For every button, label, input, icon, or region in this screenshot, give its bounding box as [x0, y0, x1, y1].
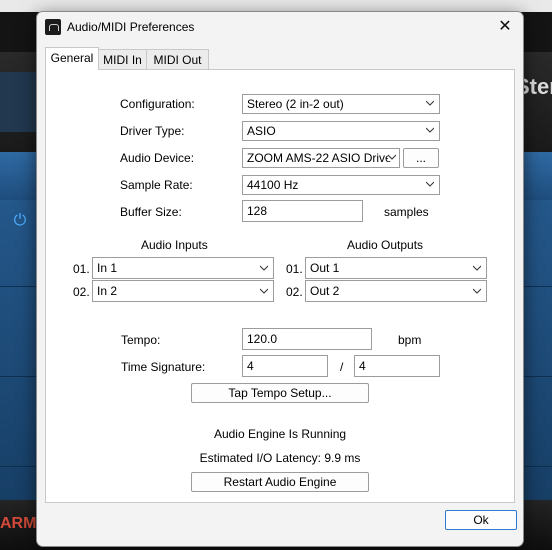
audio-device-select[interactable]: ZOOM AMS-22 ASIO Drive — [242, 148, 400, 168]
audio-device-label: Audio Device: — [120, 151, 195, 165]
chevron-down-icon — [260, 288, 268, 294]
audio-inputs-heading: Audio Inputs — [141, 238, 208, 252]
time-signature-separator: / — [340, 360, 344, 374]
input-index: 01. — [73, 262, 90, 276]
chevron-down-icon — [426, 181, 434, 187]
general-panel: Configuration: Stereo (2 in-2 out) Drive… — [45, 69, 515, 503]
output-index: 02. — [286, 285, 303, 299]
sample-rate-label: Sample Rate: — [120, 178, 193, 192]
configuration-label: Configuration: — [120, 97, 195, 111]
title-bar[interactable]: Audio/MIDI Preferences ✕ — [37, 12, 523, 42]
window-title: Audio/MIDI Preferences — [67, 20, 195, 34]
time-signature-label: Time Signature: — [121, 360, 206, 374]
input-1-select[interactable]: In 1 — [92, 257, 274, 279]
audio-engine-status: Audio Engine Is Running — [213, 427, 347, 441]
tab-midi-out[interactable]: MIDI Out — [146, 49, 209, 70]
close-icon[interactable]: ✕ — [493, 16, 517, 38]
input-2-value: In 2 — [97, 284, 118, 298]
tap-tempo-setup-button[interactable]: Tap Tempo Setup... — [191, 383, 369, 403]
audio-device-value: ZOOM AMS-22 ASIO Drive — [247, 151, 392, 165]
chevron-down-icon — [388, 153, 396, 161]
buffer-size-input[interactable]: 128 — [242, 200, 363, 222]
input-2-select[interactable]: In 2 — [92, 280, 274, 302]
chevron-down-icon — [473, 265, 481, 271]
driver-type-label: Driver Type: — [120, 124, 185, 138]
background-knob-strip — [0, 72, 40, 132]
tempo-label: Tempo: — [121, 333, 161, 347]
preferences-dialog: Audio/MIDI Preferences ✕ General MIDI In… — [36, 11, 524, 547]
output-2-value: Out 2 — [310, 284, 340, 298]
chevron-down-icon — [426, 100, 434, 106]
background-partial-text: ARM — [0, 515, 37, 532]
output-index: 01. — [286, 262, 303, 276]
time-signature-numerator-input[interactable]: 4 — [242, 355, 328, 377]
output-1-select[interactable]: Out 1 — [305, 257, 487, 279]
audio-outputs-heading: Audio Outputs — [347, 238, 424, 252]
tempo-input[interactable]: 120.0 — [242, 328, 372, 350]
buffer-size-label: Buffer Size: — [120, 205, 182, 219]
chevron-down-icon — [473, 288, 481, 294]
power-icon: ⏻ — [13, 212, 27, 229]
sample-rate-select[interactable]: 44100 Hz — [242, 175, 440, 195]
tab-midi-in[interactable]: MIDI In — [98, 49, 147, 70]
input-index: 02. — [73, 285, 90, 299]
configuration-select[interactable]: Stereo (2 in-2 out) — [242, 94, 440, 114]
configuration-value: Stereo (2 in-2 out) — [247, 97, 344, 111]
io-latency-text: Estimated I/O Latency: 9.9 ms — [199, 451, 361, 465]
output-2-select[interactable]: Out 2 — [305, 280, 487, 302]
tempo-unit: bpm — [398, 333, 422, 347]
audio-device-more-button[interactable]: ... — [403, 148, 439, 168]
tab-general[interactable]: General — [45, 47, 99, 70]
app-icon — [45, 19, 61, 35]
ok-button[interactable]: Ok — [445, 510, 517, 530]
driver-type-select[interactable]: ASIO — [242, 121, 440, 141]
buffer-size-unit: samples — [384, 205, 429, 219]
time-signature-denominator-input[interactable]: 4 — [354, 355, 440, 377]
input-1-value: In 1 — [97, 261, 118, 275]
driver-type-value: ASIO — [247, 124, 276, 138]
chevron-down-icon — [260, 265, 268, 271]
chevron-down-icon — [426, 127, 434, 133]
output-1-value: Out 1 — [310, 261, 340, 275]
restart-audio-engine-button[interactable]: Restart Audio Engine — [191, 472, 369, 492]
sample-rate-value: 44100 Hz — [247, 178, 299, 192]
